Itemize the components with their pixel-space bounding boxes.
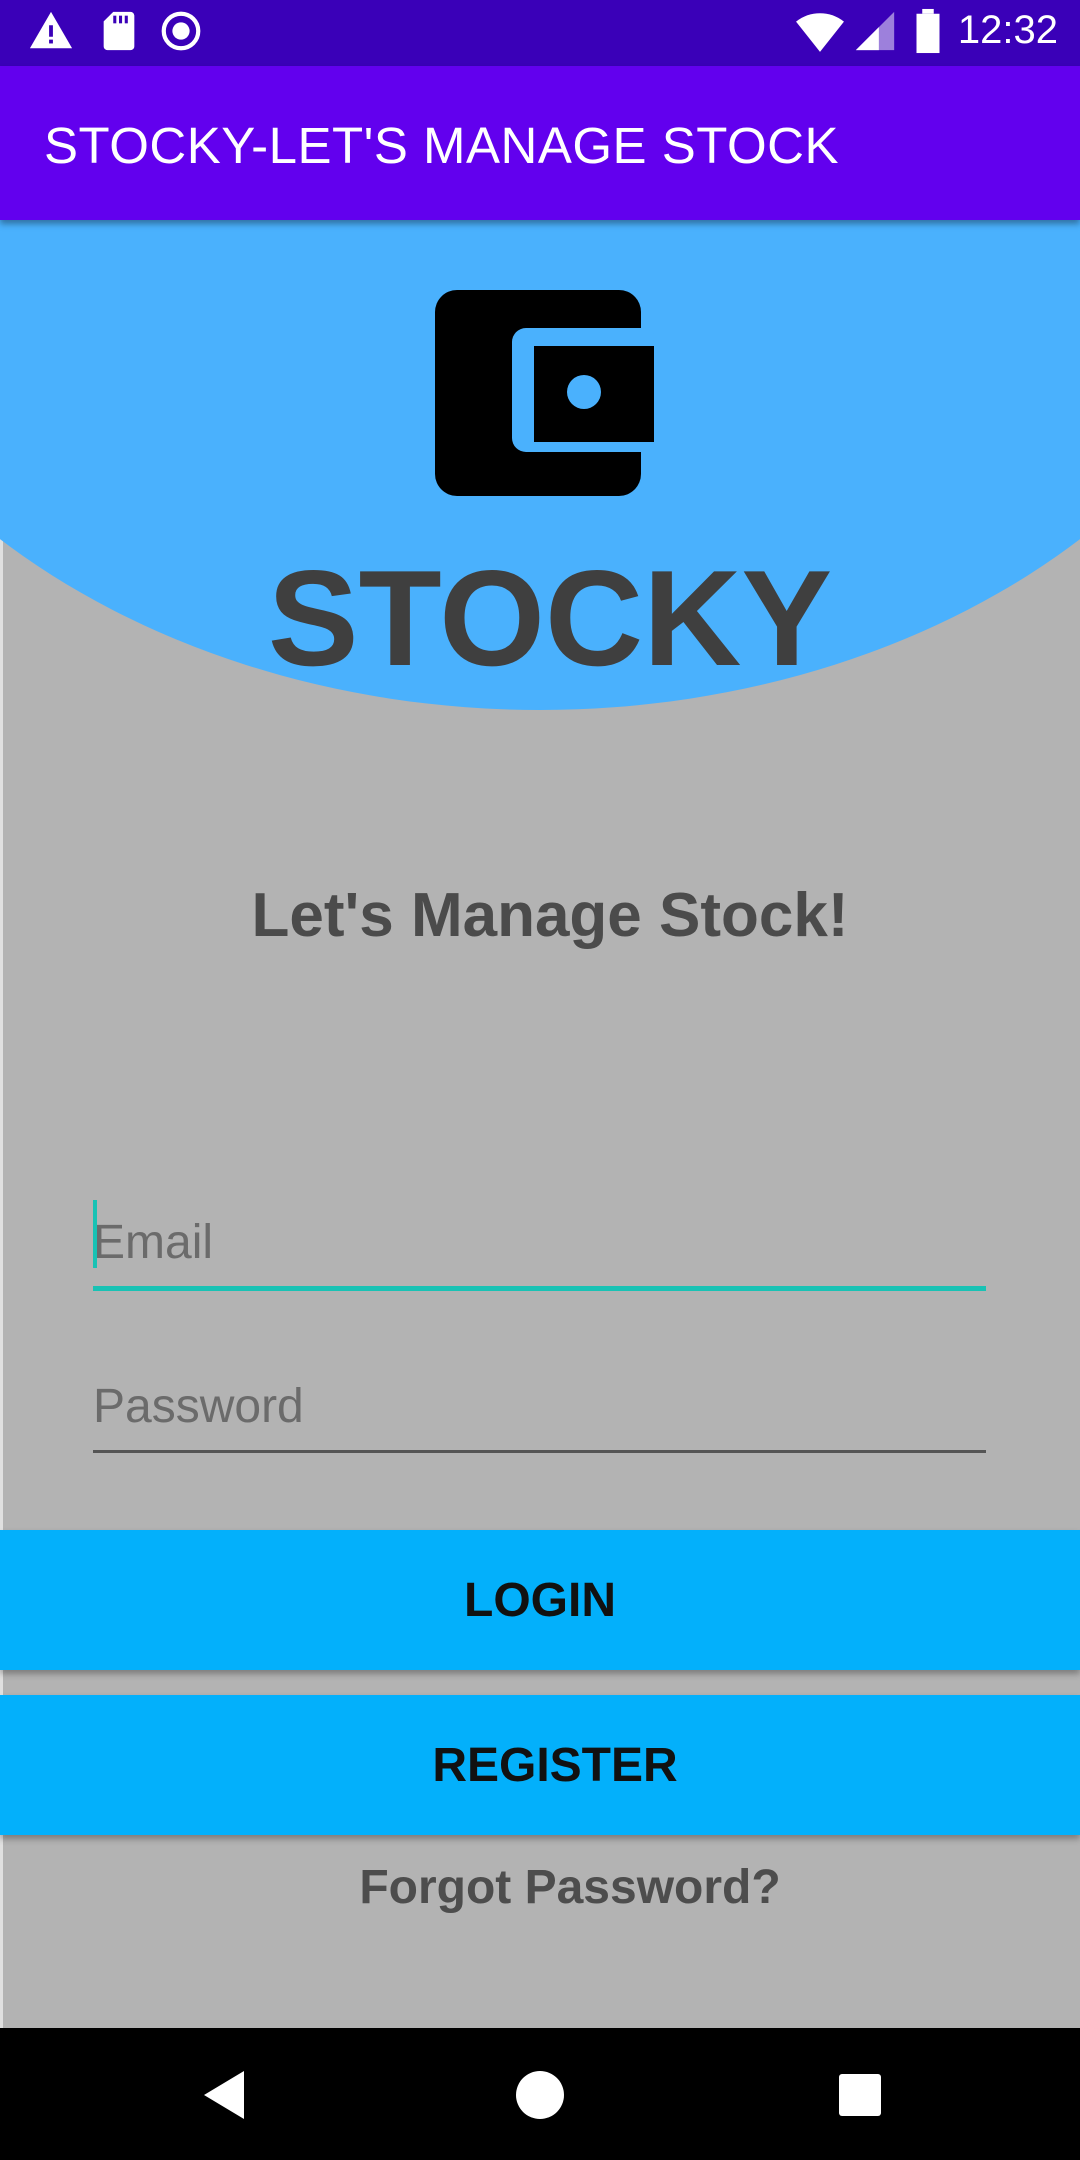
wifi-icon	[796, 13, 844, 52]
wallet-icon	[435, 290, 654, 496]
app-bar: STOCKY-LET'S MANAGE STOCK	[0, 66, 1080, 220]
forgot-password-link[interactable]: Forgot Password?	[0, 1860, 1080, 1915]
app-title: STOCKY-LET'S MANAGE STOCK	[44, 117, 840, 174]
brand-title: STOCKY	[267, 542, 833, 694]
tagline: Let's Manage Stock!	[251, 881, 849, 950]
email-field[interactable]	[93, 1198, 986, 1291]
login-button[interactable]: LOGIN	[0, 1530, 1080, 1670]
status-bar: 12:32	[0, 0, 1080, 66]
status-time: 12:32	[957, 8, 1058, 52]
battery-icon	[916, 8, 940, 54]
password-field[interactable]	[93, 1362, 986, 1453]
register-button[interactable]: REGISTER	[0, 1695, 1080, 1835]
sd-card-icon	[103, 11, 135, 51]
signal-icon	[855, 11, 895, 51]
warning-icon	[29, 11, 73, 49]
home-icon[interactable]	[510, 2065, 570, 2125]
record-icon	[161, 11, 201, 51]
login-screen: STOCKY Let's Manage Stock! LOGIN REGISTE…	[0, 220, 1080, 2028]
recents-icon[interactable]	[830, 2065, 890, 2125]
text-cursor	[93, 1200, 97, 1268]
navigation-bar	[0, 2028, 1080, 2160]
back-icon[interactable]	[196, 2065, 256, 2125]
